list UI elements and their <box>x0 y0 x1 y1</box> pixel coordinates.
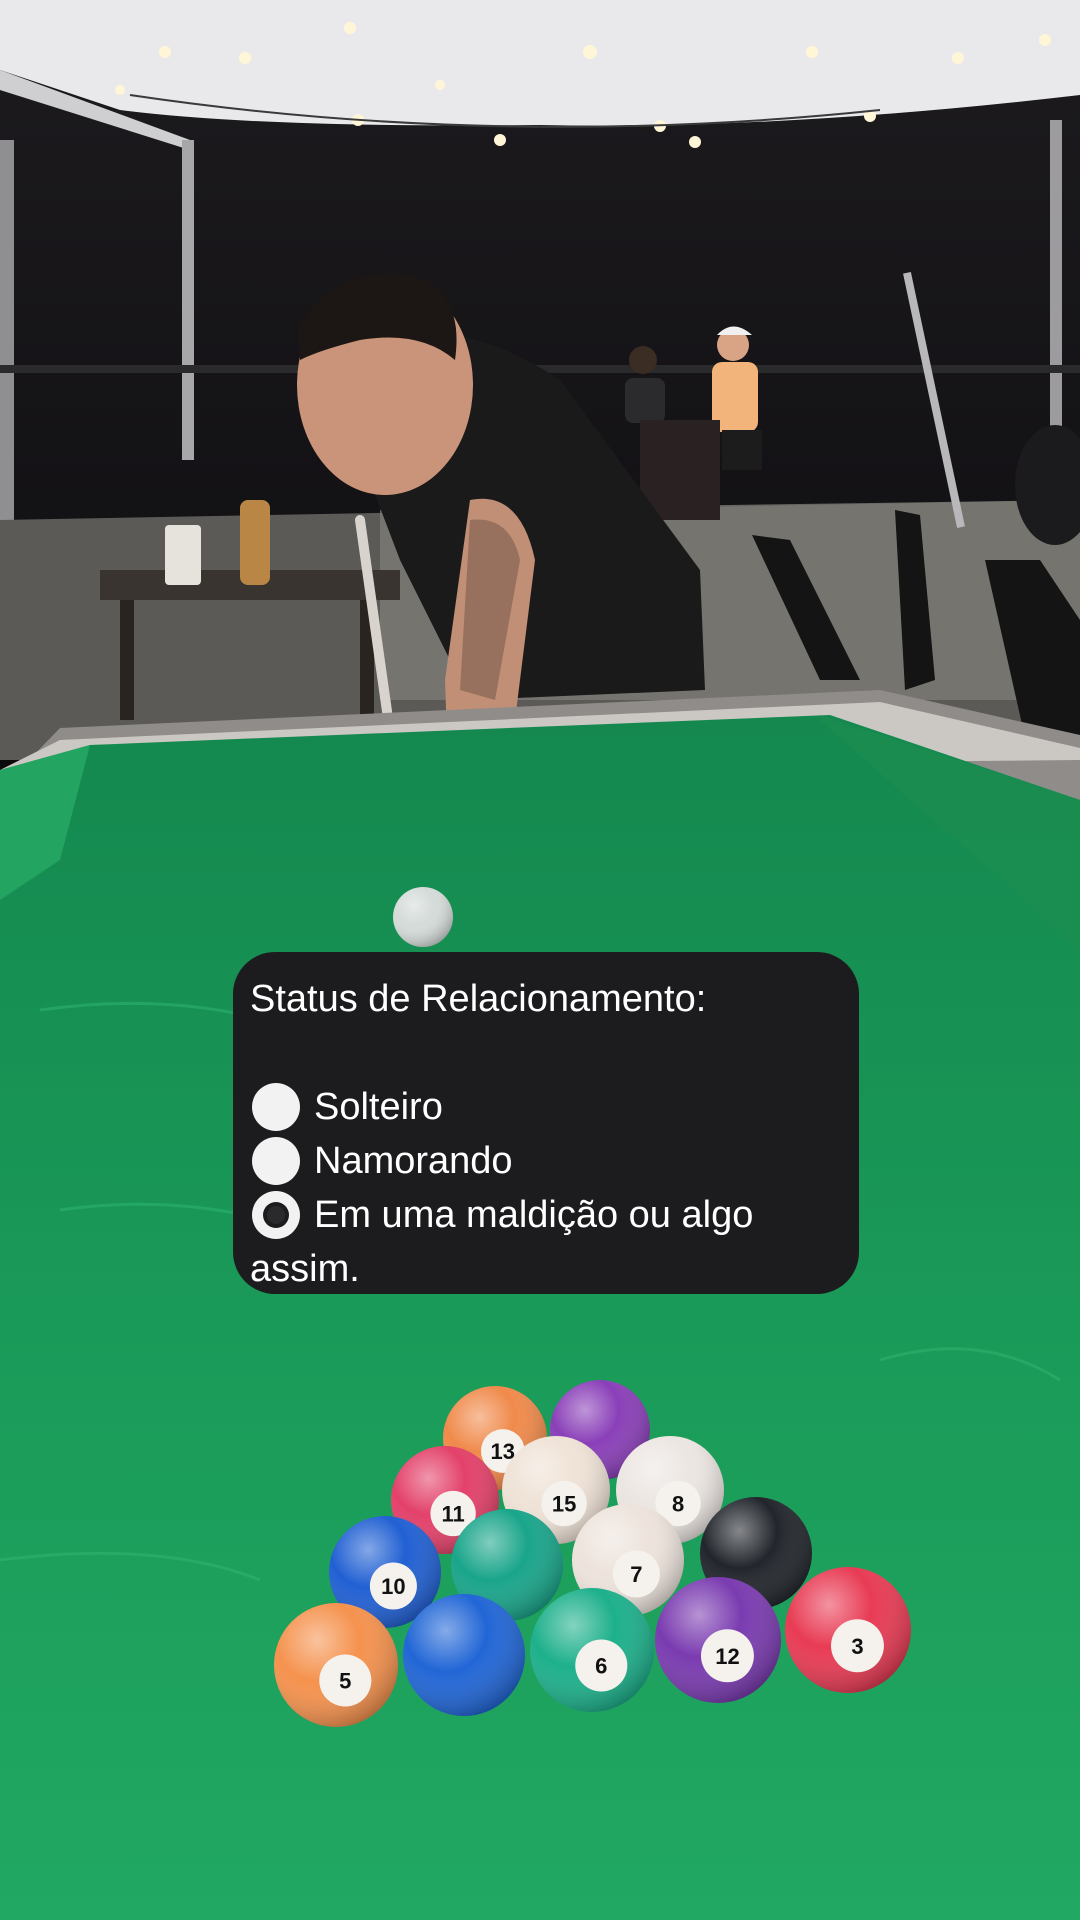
status-title: Status de Relacionamento: <box>250 978 707 1020</box>
pool-ball: 12 <box>655 1577 781 1703</box>
pool-ball: 5 <box>274 1603 398 1727</box>
radio-unselected-icon[interactable] <box>252 1083 300 1131</box>
option-label-continuation: assim. <box>250 1248 360 1290</box>
tent-canopy <box>0 0 1080 126</box>
radio-unselected-icon[interactable] <box>252 1137 300 1185</box>
option-label: Em uma maldição ou algo <box>314 1194 754 1236</box>
ball-number: 5 <box>339 1669 351 1694</box>
radio-selected-icon[interactable] <box>252 1191 300 1239</box>
ball-number: 10 <box>381 1574 405 1599</box>
pool-ball <box>403 1594 525 1716</box>
relationship-status-card: Status de Relacionamento: Solteiro Namor… <box>233 952 859 1294</box>
ball-number: 15 <box>552 1492 576 1517</box>
table-felt <box>0 715 1080 1920</box>
ball-number: 11 <box>441 1502 464 1527</box>
pool-ball: 6 <box>530 1588 654 1712</box>
ball-number: 8 <box>672 1492 684 1517</box>
ball-number: 3 <box>851 1634 863 1659</box>
option-label: Solteiro <box>314 1086 443 1128</box>
option-solteiro[interactable]: Solteiro <box>250 1080 841 1134</box>
ball-number: 7 <box>630 1562 642 1587</box>
cue-ball <box>393 887 453 947</box>
ball-number: 12 <box>715 1644 739 1669</box>
option-maldicao[interactable]: Em uma maldição ou algo <box>250 1188 841 1242</box>
option-namorando[interactable]: Namorando <box>250 1134 841 1188</box>
ball-number: 6 <box>595 1654 607 1679</box>
option-label: Namorando <box>314 1140 513 1182</box>
video-frame: 13 11 15 8 10 7 5 6 12 3 Status de Relacionamento… <box>0 0 1080 1920</box>
pool-ball: 3 <box>785 1567 911 1693</box>
